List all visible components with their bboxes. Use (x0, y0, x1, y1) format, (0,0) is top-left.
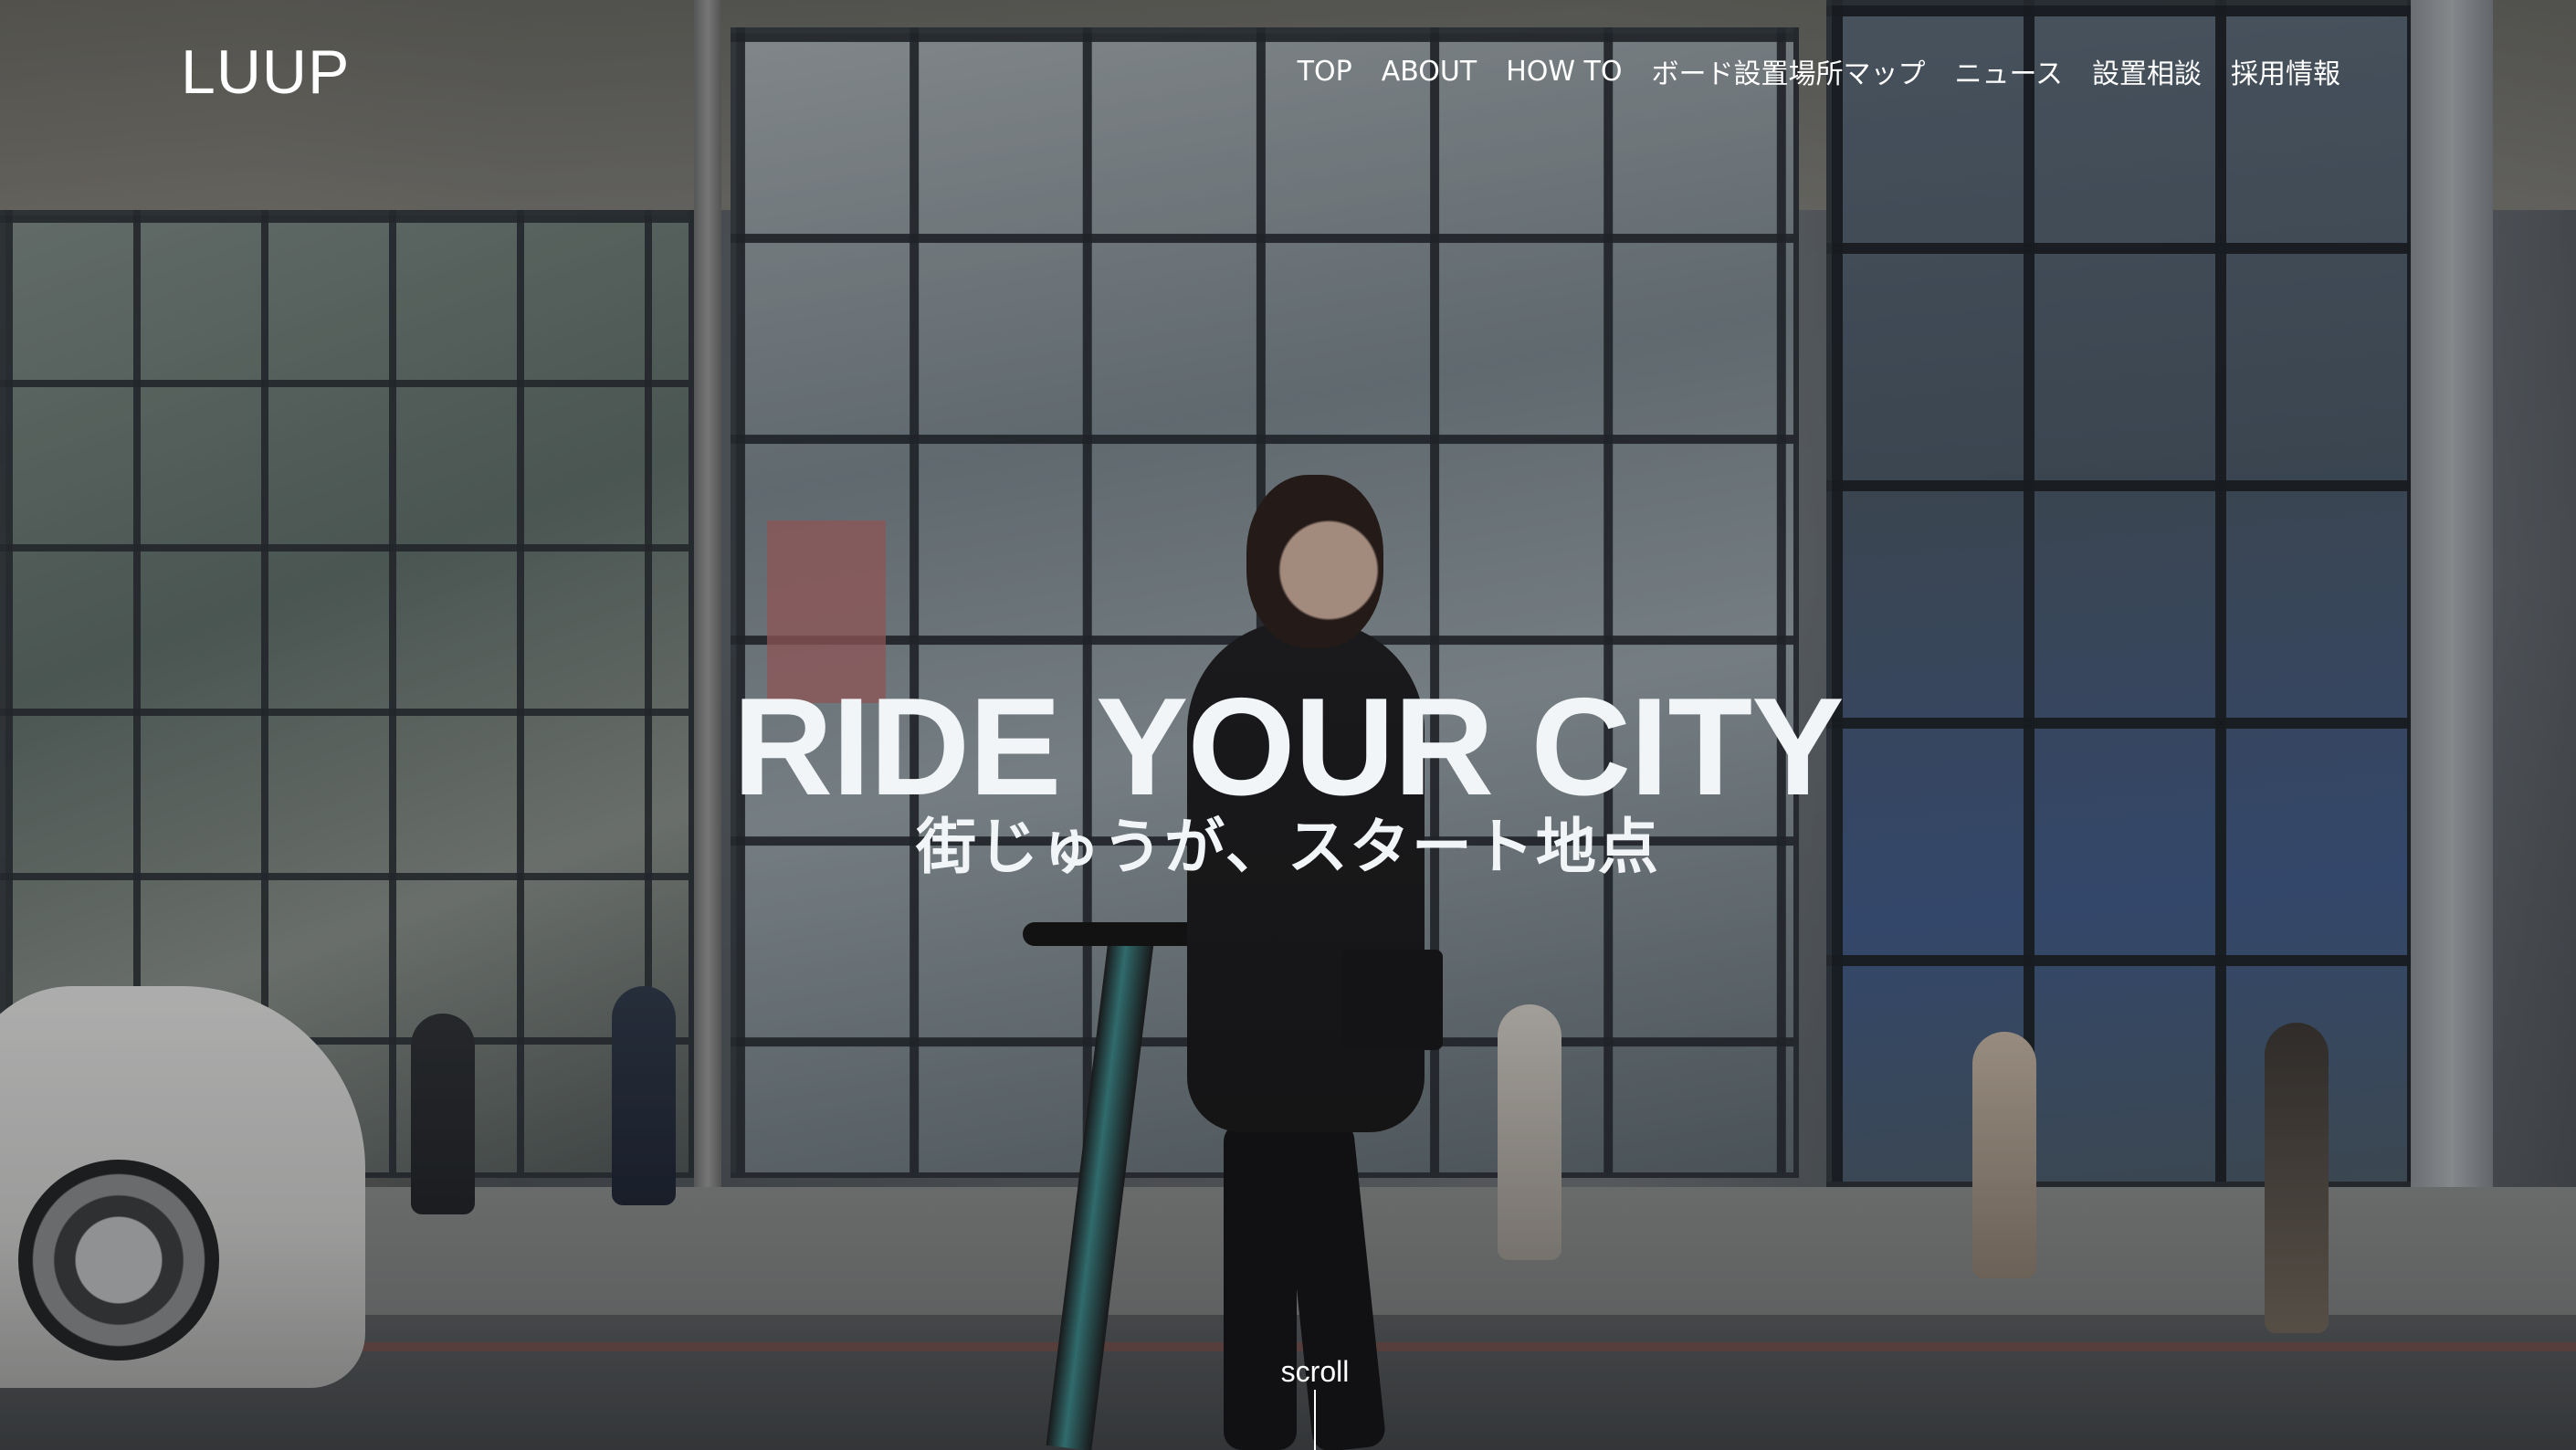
hero-subheadline: 街じゅうが、スタート地点 (916, 812, 1660, 882)
nav-item-careers[interactable]: 採用情報 (2231, 51, 2340, 91)
nav-item-how-to[interactable]: HOW TO (1506, 56, 1622, 88)
brand-logo[interactable]: LUUP (181, 37, 350, 108)
nav-item-board-map[interactable]: ボード設置場所マップ (1652, 51, 1926, 91)
main-nav: TOP ABOUT HOW TO ボード設置場所マップ ニュース 設置相談 採用… (1298, 51, 2340, 91)
nav-item-news[interactable]: ニュース (1955, 51, 2064, 91)
scroll-indicator-line (1314, 1390, 1316, 1450)
nav-item-installation-consult[interactable]: 設置相談 (2092, 51, 2202, 91)
hero-section: LUUP TOP ABOUT HOW TO ボード設置場所マップ ニュース 設置… (0, 0, 2576, 1450)
nav-item-top[interactable]: TOP (1298, 56, 1352, 88)
nav-item-about[interactable]: ABOUT (1382, 56, 1477, 88)
hero-headline: RIDE YOUR CITY (732, 669, 1844, 825)
scroll-indicator-label[interactable]: scroll (1242, 1355, 1388, 1389)
